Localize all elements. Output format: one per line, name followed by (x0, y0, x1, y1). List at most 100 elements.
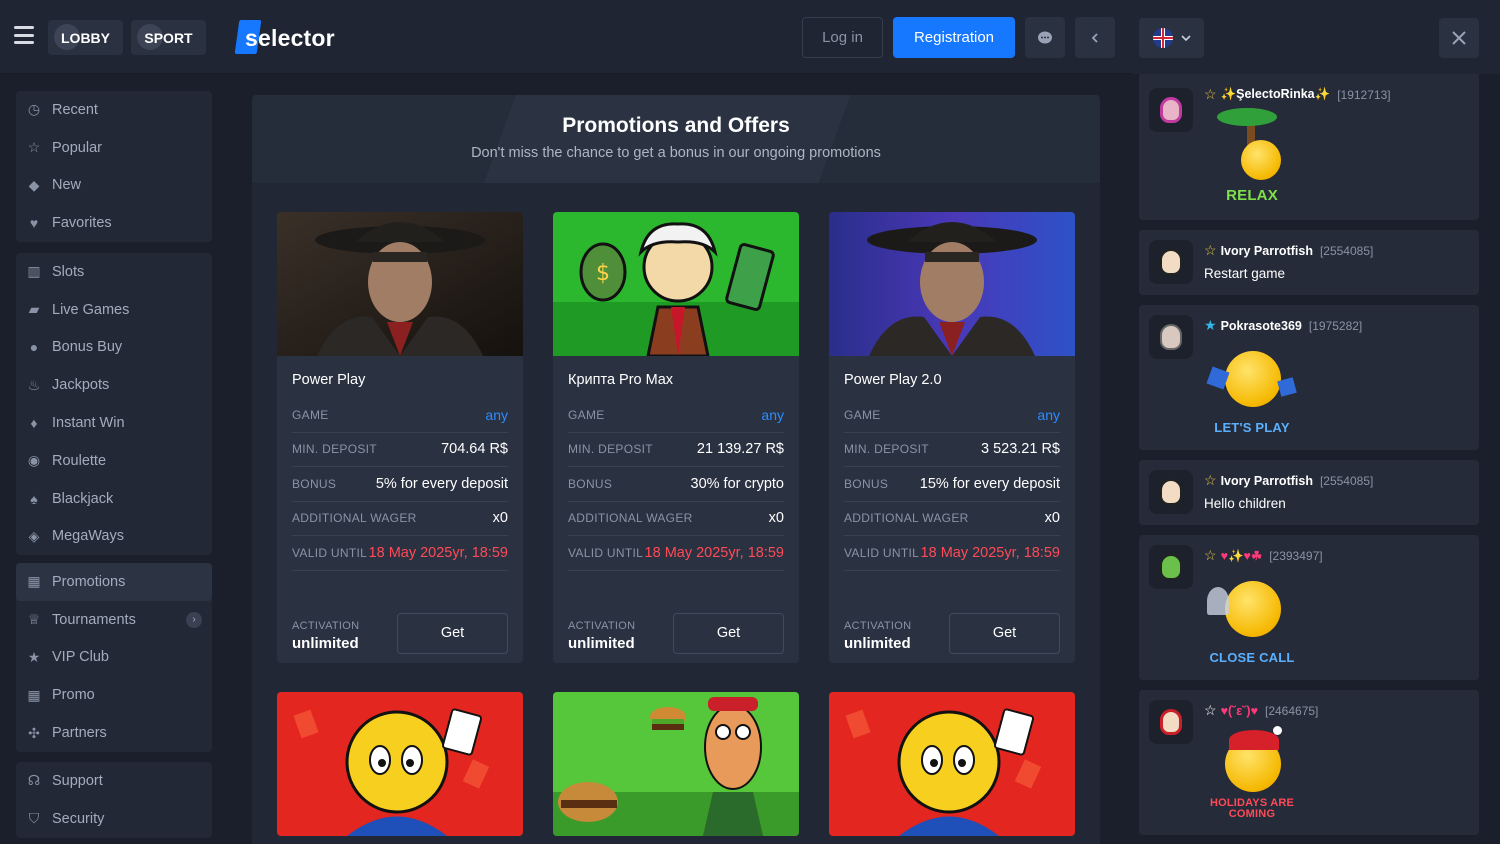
close-chat-button[interactable] (1439, 18, 1479, 58)
sidebar-item-security[interactable]: ⛉ Security (16, 800, 212, 838)
chat-username[interactable]: ☆ ✨ŞelectoRinka✨ [1912713] (1204, 86, 1391, 103)
sidebar-item-jackpots[interactable]: ♨ Jackpots (16, 366, 212, 404)
sidebar-item-slots[interactable]: ▥ Slots (16, 253, 212, 291)
activation-label: ACTIVATION (844, 619, 912, 632)
row-key: BONUS (844, 476, 889, 491)
sidebar-item-new[interactable]: ◆ New (16, 167, 212, 205)
tab-lobby[interactable]: LOBBY (48, 20, 123, 55)
username-text: ♥✨♥☘ (1220, 548, 1263, 563)
sidebar-item-instant-win[interactable]: ♦ Instant Win (16, 404, 212, 442)
promo-image-coin-mascot-2 (829, 692, 1075, 836)
sidebar-item-label: Bonus Buy (52, 339, 123, 356)
sidebar-item-bonus-buy[interactable]: ● Bonus Buy (16, 329, 212, 367)
avatar[interactable] (1149, 470, 1193, 514)
avatar[interactable] (1149, 240, 1193, 284)
logo[interactable]: selector (234, 20, 335, 56)
sidebar-item-tournaments[interactable]: ♕ Tournaments › (16, 601, 212, 639)
star-icon: ☆ (1204, 86, 1217, 102)
get-button[interactable]: Get (949, 612, 1060, 654)
heart-icon: ♥ (29, 215, 39, 232)
sidebar-item-label: Partners (52, 725, 107, 742)
page-subtitle: Don't miss the chance to get a bonus in … (471, 145, 881, 161)
row-key: GAME (568, 407, 605, 422)
app-root: LOBBY SPORT selector Log in Registration… (0, 0, 1500, 844)
promo-row-valid: VALID UNTIL 18 May 2025yr, 18:59 (568, 536, 784, 571)
sidebar-item-popular[interactable]: ☆ Popular (16, 129, 212, 167)
avatar[interactable] (1149, 315, 1193, 359)
promo-card: Power Play 2.0 GAME any MIN. DEPOSIT 3 523… (829, 212, 1075, 663)
promo-row-wager: ADDITIONAL WAGER x0 (568, 502, 784, 536)
row-key: MIN. DEPOSIT (292, 442, 377, 457)
chat-username[interactable]: ☆ Ivory Parrotfish [2554085] (1204, 242, 1373, 259)
sidebar-item-label: Support (52, 772, 103, 789)
promo-row-bonus: BONUS 15% for every deposit (844, 467, 1060, 502)
promo-image-coin-mascot (277, 692, 523, 836)
sticker-caption: CLOSE CALL (1209, 650, 1295, 665)
sidebar-item-promotions[interactable]: ▦ Promotions (16, 563, 212, 601)
sidebar-item-recent[interactable]: ◷ Recent (16, 91, 212, 129)
promo-row-min-deposit: MIN. DEPOSIT 704.64 R$ (292, 433, 508, 467)
star-icon: ☆ (1204, 472, 1217, 488)
chat-message: ☆ ✨ŞelectoRinka✨ [1912713] RELAX (1139, 74, 1479, 220)
promo-game-link[interactable]: any (761, 407, 784, 423)
chat-username[interactable]: ★ Pokrasote369 [1975282] (1204, 317, 1362, 334)
sidebar-item-label: Security (52, 810, 105, 827)
sidebar-item-blackjack[interactable]: ♠ Blackjack (16, 480, 212, 518)
chat-username[interactable]: ☆ ♥✨♥☘ [2393497] (1204, 547, 1323, 564)
promo-row-wager: ADDITIONAL WAGER x0 (844, 502, 1060, 536)
row-value: 5% for every deposit (375, 475, 508, 492)
get-button[interactable]: Get (673, 612, 784, 654)
row-key: MIN. DEPOSIT (568, 442, 653, 457)
megaways-icon: ◈ (28, 527, 40, 544)
diamond-icon: ◆ (28, 176, 40, 193)
row-value: 15% for every deposit (919, 475, 1060, 492)
row-key: VALID UNTIL (568, 545, 644, 560)
sticker-caption: LET'S PLAY (1214, 420, 1290, 435)
sidebar-item-label: VIP Club (52, 649, 109, 666)
promo-row-game: GAME any (844, 398, 1060, 433)
partners-icon: ✣ (28, 724, 40, 741)
blackjack-icon: ♠ (30, 490, 38, 507)
menu-icon[interactable] (14, 26, 34, 44)
chat-username[interactable]: ☆ Ivory Parrotfish [2554085] (1204, 472, 1373, 489)
sidebar-item-roulette[interactable]: ◉ Roulette (16, 442, 212, 480)
promo-game-link[interactable]: any (1037, 407, 1060, 423)
row-value: 3 523.21 R$ (980, 441, 1060, 458)
login-button[interactable]: Log in (802, 17, 883, 58)
sidebar-item-live-games[interactable]: ▰ Live Games (16, 291, 212, 329)
avatar[interactable] (1149, 545, 1193, 589)
trophy-icon: ♕ (27, 611, 41, 628)
chat-toggle-button[interactable] (1025, 17, 1065, 58)
chat-username[interactable]: ☆ ♥(˘ε˘)♥ [2464675] (1204, 702, 1318, 719)
language-selector[interactable] (1139, 18, 1204, 58)
username-text: Pokrasote369 (1220, 318, 1302, 333)
collapse-button[interactable] (1075, 17, 1115, 58)
activation-value: unlimited (844, 634, 911, 652)
sidebar-item-partners[interactable]: ✣ Partners (16, 714, 212, 752)
headset-icon: ☊ (27, 772, 41, 789)
avatar[interactable] (1149, 700, 1193, 744)
close-icon (1452, 31, 1466, 45)
promo-title: Power Play 2.0 (844, 372, 942, 388)
sidebar-item-promo[interactable]: ▦ Promo (16, 676, 212, 714)
chevron-right-icon[interactable]: › (186, 611, 202, 628)
sidebar-item-vip-club[interactable]: ★ VIP Club (16, 639, 212, 677)
tab-sport[interactable]: SPORT (131, 20, 206, 55)
get-button[interactable]: Get (397, 612, 508, 654)
promo-footer: ACTIVATION unlimited Get (829, 571, 1075, 663)
avatar[interactable] (1149, 88, 1193, 132)
chat-message: ☆ Ivory Parrotfish [2554085] Restart game (1139, 230, 1479, 295)
sidebar-item-favorites[interactable]: ♥ Favorites (16, 204, 212, 242)
row-key: ADDITIONAL WAGER (844, 511, 969, 526)
sidebar-item-support[interactable]: ☊ Support (16, 762, 212, 800)
sidebar-item-megaways[interactable]: ◈ MegaWays (16, 518, 212, 556)
message-text: Restart game (1204, 266, 1286, 281)
gift-icon: ▦ (27, 573, 41, 590)
promo-image-kripta-pro-max: $ (553, 212, 799, 356)
register-button[interactable]: Registration (893, 17, 1015, 58)
promo-row-min-deposit: MIN. DEPOSIT 21 139.27 R$ (568, 433, 784, 467)
sticker-close-call: CLOSE CALL (1207, 569, 1297, 669)
promo-game-link[interactable]: any (485, 407, 508, 423)
sticker-holidays: HOLIDAYS ARE COMING (1207, 724, 1297, 824)
promo-row-bonus: BONUS 30% for crypto (568, 467, 784, 502)
